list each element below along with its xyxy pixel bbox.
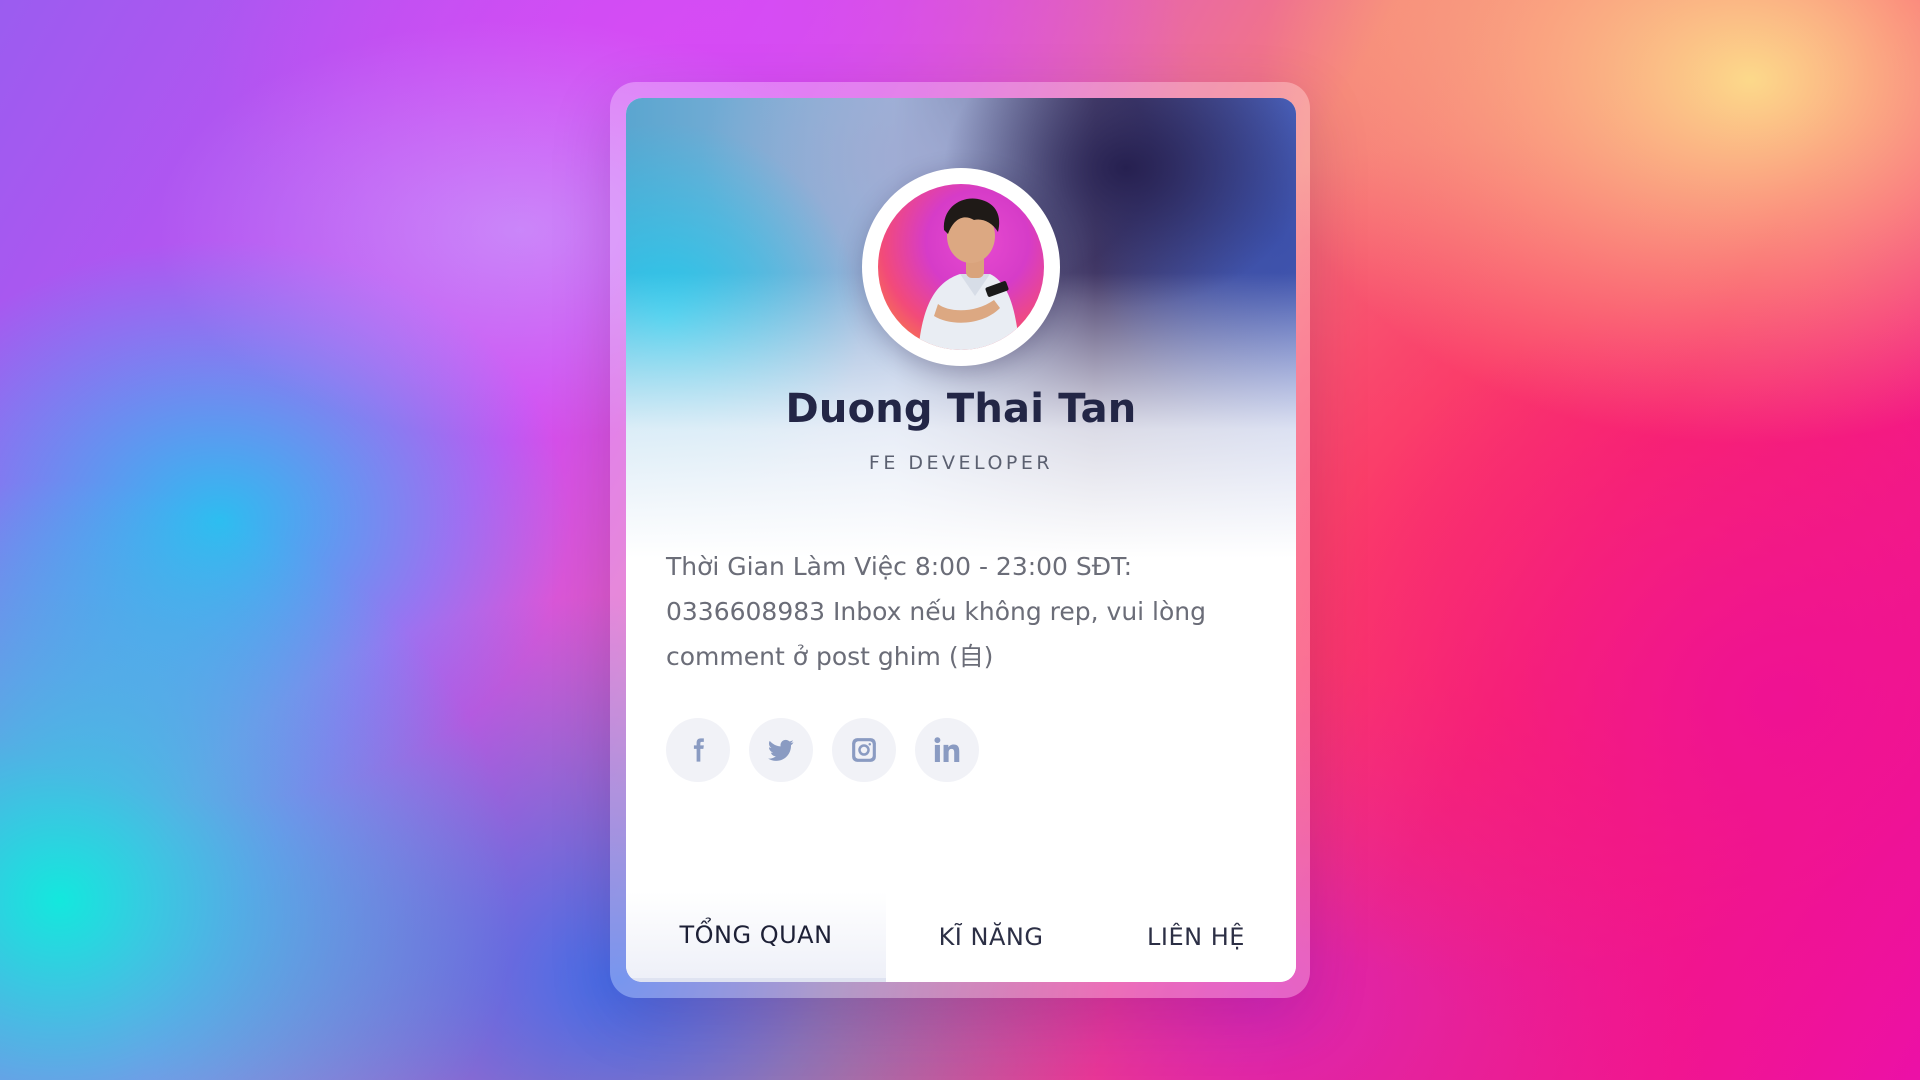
twitter-button[interactable] (749, 718, 813, 782)
person-illustration (918, 198, 1020, 350)
linkedin-button[interactable] (915, 718, 979, 782)
tab-overview[interactable]: TỔNG QUAN (626, 892, 886, 982)
linkedin-icon (934, 737, 960, 762)
facebook-button[interactable] (666, 718, 730, 782)
profile-card: Duong Thai Tan FE DEVELOPER Thời Gian Là… (626, 98, 1296, 982)
social-links (666, 718, 979, 782)
avatar (862, 168, 1060, 366)
tab-contact[interactable]: LIÊN HỆ (1096, 892, 1296, 982)
card-tabs: TỔNG QUAN KĨ NĂNG LIÊN HỆ (626, 892, 1296, 982)
tab-skills[interactable]: KĨ NĂNG (886, 892, 1096, 982)
twitter-icon (768, 739, 794, 761)
instagram-icon (852, 738, 876, 762)
instagram-button[interactable] (832, 718, 896, 782)
avatar-photo (878, 184, 1044, 350)
profile-bio: Thời Gian Làm Việc 8:00 - 23:00 SĐT: 033… (666, 552, 1207, 671)
profile-name: Duong Thai Tan (785, 386, 1137, 432)
facebook-icon (693, 738, 704, 762)
profile-role: FE DEVELOPER (868, 452, 1054, 474)
